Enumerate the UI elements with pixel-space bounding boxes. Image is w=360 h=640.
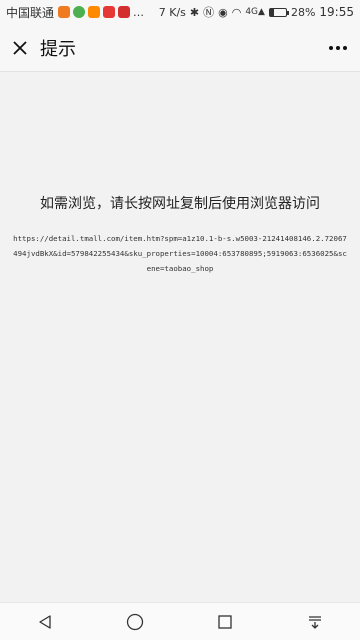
system-nav-bar: [0, 602, 360, 640]
nfc-icon: Ⓝ: [203, 6, 215, 19]
recents-button[interactable]: [205, 603, 245, 640]
app-notification-icon: [58, 6, 71, 18]
signal-icon: 4G▲: [245, 7, 265, 17]
back-button[interactable]: [25, 603, 65, 640]
bluetooth-icon: ✱: [189, 5, 200, 19]
page-title: 提示: [40, 38, 76, 60]
more-notifications-icon: …: [133, 5, 145, 19]
app-notification-icon: [118, 6, 131, 18]
browse-hint-text: 如需浏览，请长按网址复制后使用浏览器访问: [40, 196, 320, 212]
notification-pulldown-button[interactable]: [295, 603, 335, 640]
signal-type-label: 4G: [245, 7, 259, 17]
back-triangle-icon: [39, 614, 51, 629]
home-circle-icon: [126, 613, 144, 630]
battery-percent: 28%: [290, 5, 316, 19]
clock: 19:55: [319, 5, 354, 19]
battery-icon: [268, 7, 289, 17]
close-button[interactable]: [0, 24, 40, 72]
network-speed: 7 K/s: [158, 5, 186, 19]
main-content: 如需浏览，请长按网址复制后使用浏览器访问 https://detail.tmal…: [0, 73, 360, 600]
home-button[interactable]: [115, 603, 155, 640]
battery-level: [269, 8, 275, 16]
status-indicators: 7 K/s ✱ Ⓝ ◉ ◠ 4G▲ 28% 19:55: [159, 4, 354, 20]
wifi-icon: ◠: [231, 5, 242, 19]
close-icon: [13, 40, 27, 55]
url-text[interactable]: https://detail.tmall.com/item.htm?spm=a1…: [12, 231, 348, 276]
top-nav-bar: 提示: [0, 24, 360, 72]
carrier-label: 中国联通: [6, 5, 55, 20]
eye-comfort-icon: ◉: [218, 5, 228, 19]
more-button[interactable]: [316, 24, 360, 72]
more-icon: [329, 45, 347, 50]
app-notification-icon: [88, 6, 101, 18]
app-notification-icon: [73, 6, 86, 18]
recents-square-icon: [218, 614, 232, 629]
app-notification-icon: [103, 6, 116, 18]
notification-pulldown-icon: [309, 615, 321, 629]
status-bar: 中国联通 … 7 K/s ✱ Ⓝ ◉ ◠ 4G▲ 28% 19:55: [0, 0, 360, 24]
